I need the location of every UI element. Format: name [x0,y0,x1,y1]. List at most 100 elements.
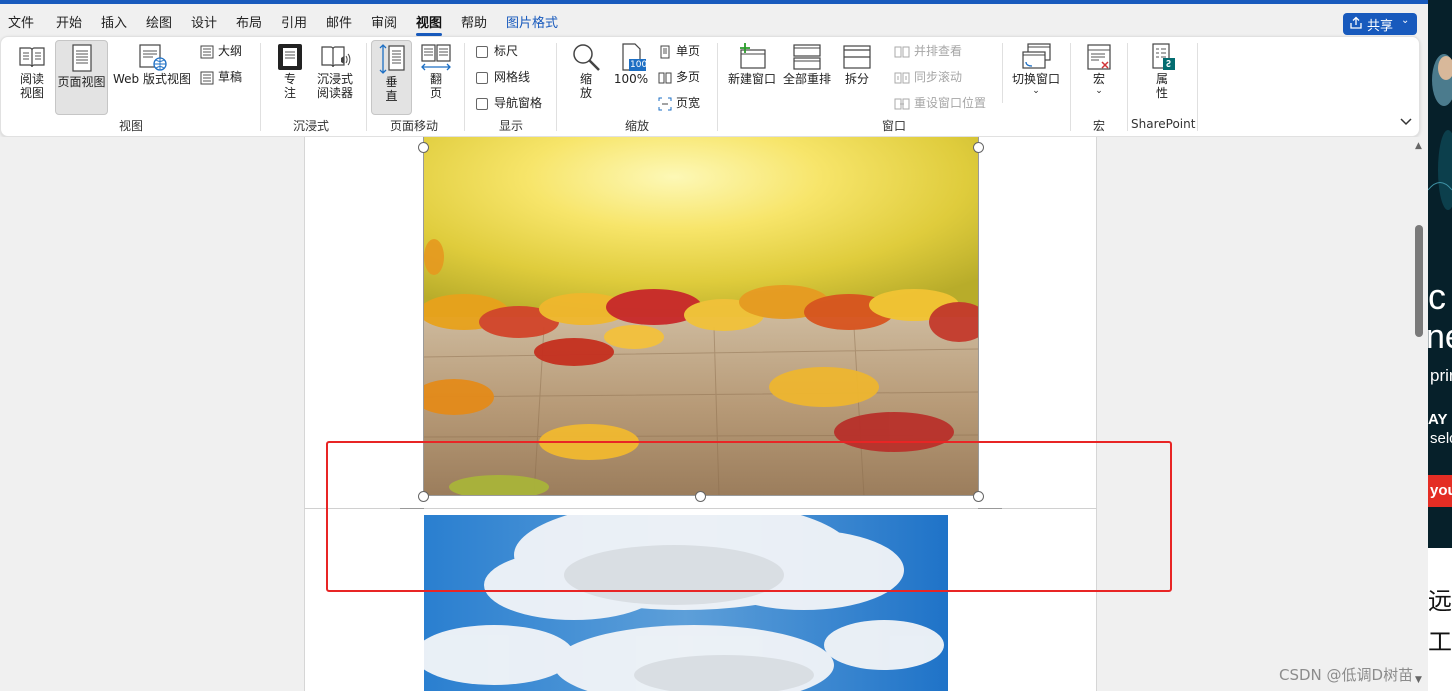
collapse-ribbon-icon[interactable] [1399,116,1413,128]
switch-windows-icon [1022,43,1051,69]
immersive-reader-icon [321,46,351,68]
gridlines-checkbox[interactable]: 网格线 [476,69,530,85]
ruler-check-box[interactable] [476,45,488,58]
macros-button[interactable]: 宏 ⌄ [1079,42,1119,110]
sharepoint-group-label: SharePoint [1131,117,1196,131]
side-label-2: 页 [429,86,442,100]
split-icon [843,45,871,69]
outline-button[interactable]: 大纲 [200,43,242,59]
page-width-label: 页宽 [676,96,701,110]
web-layout-button[interactable]: Web 版式视图 [111,42,193,110]
print-layout-button[interactable]: 页面视图 [55,40,108,115]
zoom-group-label: 缩放 [625,119,650,133]
ribbon-tab-bar: 文件 开始 插入 绘图 设计 布局 引用 邮件 审阅 视图 帮助 图片格式 共享… [0,4,1428,36]
tab-view[interactable]: 视图 [416,12,443,36]
ruler-checkbox[interactable]: 标尺 [476,43,518,59]
vertical-pages-icon [379,44,405,74]
scroll-up-icon[interactable]: ▲ [1415,141,1422,151]
scrollbar-thumb[interactable] [1415,225,1423,337]
draft-button[interactable]: 草稿 [200,69,242,85]
new-window-label: 新建窗口 [727,72,776,86]
vertical-scroll-button[interactable]: 垂 直 [371,40,412,115]
group-divider [366,43,367,131]
one-page-icon [660,45,670,58]
magnifier-icon [573,44,600,71]
focus-label-2: 注 [283,86,296,100]
tab-draw[interactable]: 绘图 [146,12,172,31]
tab-design[interactable]: 设计 [191,12,217,31]
immersive-reader-label-1: 沉浸式 [316,72,353,86]
tab-file[interactable]: 文件 [8,12,34,31]
arrange-all-icon [793,44,821,70]
multiple-pages-icon [658,72,672,83]
scroll-down-icon[interactable]: ▼ [1415,675,1422,685]
side-text: 远 [1428,587,1452,615]
nav-pane-checkbox[interactable]: 导航窗格 [476,95,542,111]
chevron-down-icon: ⌄ [1095,86,1103,96]
share-button[interactable]: 共享 ⌄ [1343,13,1417,35]
vertical-scrollbar[interactable]: ▲ ▼ [1412,137,1428,691]
highlight-annotation-box [326,441,1172,592]
tab-layout[interactable]: 布局 [236,12,262,31]
split-label: 拆分 [844,72,869,86]
one-page-label: 单页 [676,44,701,58]
one-page-button[interactable]: 单页 [658,43,700,59]
tab-references[interactable]: 引用 [281,12,307,31]
properties-label-2: 性 [1155,86,1168,100]
zoom-button[interactable]: 缩 放 [567,42,605,110]
focus-button[interactable]: 专 注 [272,42,308,110]
switch-windows-button[interactable]: 切换窗口 ⌄ [1008,42,1064,110]
immersive-reader-button[interactable]: 沉浸式 阅读器 [311,42,359,110]
zoom-label-2: 放 [579,86,592,100]
sync-scroll-button[interactable]: 同步滚动 [894,69,962,85]
nav-pane-check-box[interactable] [476,97,488,110]
side-text: selc [1430,430,1452,447]
draft-icon [200,71,214,84]
resize-handle[interactable] [973,142,984,153]
side-pages-icon [421,44,451,71]
group-divider [1002,43,1003,103]
sync-scroll-label: 同步滚动 [914,70,963,84]
tab-help[interactable]: 帮助 [461,12,487,31]
multiple-pages-label: 多页 [676,70,701,84]
chevron-down-icon[interactable]: ⌄ [1401,15,1409,26]
arrange-all-button[interactable]: 全部重排 [781,42,833,110]
ribbon: 阅读 视图 页面视图 Web 版式视图 大纲 草稿 视图 专 注 沉浸式 阅读器… [0,36,1420,137]
book-icon [19,47,45,68]
web-page-icon [139,44,167,71]
show-group-label: 显示 [499,119,524,133]
side-cta-button[interactable]: you [1428,475,1452,507]
tab-insert[interactable]: 插入 [101,12,127,31]
read-mode-button[interactable]: 阅读 视图 [11,42,53,110]
tab-review[interactable]: 审阅 [371,12,397,31]
side-text: c [1428,276,1446,317]
side-banner: c ne prin AY selc you [1428,0,1452,548]
immersive-group-label: 沉浸式 [293,119,330,133]
share-label: 共享 [1367,19,1394,34]
split-button[interactable]: 拆分 [837,42,877,110]
window-group-label: 窗口 [882,119,907,133]
page-width-button[interactable]: 页宽 [658,95,700,111]
zoom-100-button[interactable]: 100 100% [611,42,651,110]
macros-label: 宏 [1092,72,1105,86]
vertical-label-1: 垂 [385,75,398,89]
tab-home[interactable]: 开始 [56,12,82,31]
tab-picture-format[interactable]: 图片格式 [506,12,558,31]
side-by-side-button[interactable]: 并排查看 [894,43,962,59]
side-to-side-button[interactable]: 翻 页 [417,42,455,110]
properties-button[interactable]: 属 性 [1141,42,1183,110]
chevron-down-icon: ⌄ [1032,86,1040,96]
new-window-icon [740,43,766,69]
switch-windows-label: 切换窗口 [1011,72,1060,86]
new-window-button[interactable]: 新建窗口 [725,42,779,110]
group-divider [1070,43,1071,131]
reset-window-button[interactable]: 重设窗口位置 [894,95,986,111]
document-canvas[interactable] [0,137,1412,691]
multiple-pages-button[interactable]: 多页 [658,69,700,85]
gridlines-check-box[interactable] [476,71,488,84]
zoom-100-icon-badge: 100 [630,60,648,70]
group-divider [717,43,718,131]
resize-handle[interactable] [418,142,429,153]
outline-icon [200,45,214,58]
tab-mailings[interactable]: 邮件 [326,12,352,31]
